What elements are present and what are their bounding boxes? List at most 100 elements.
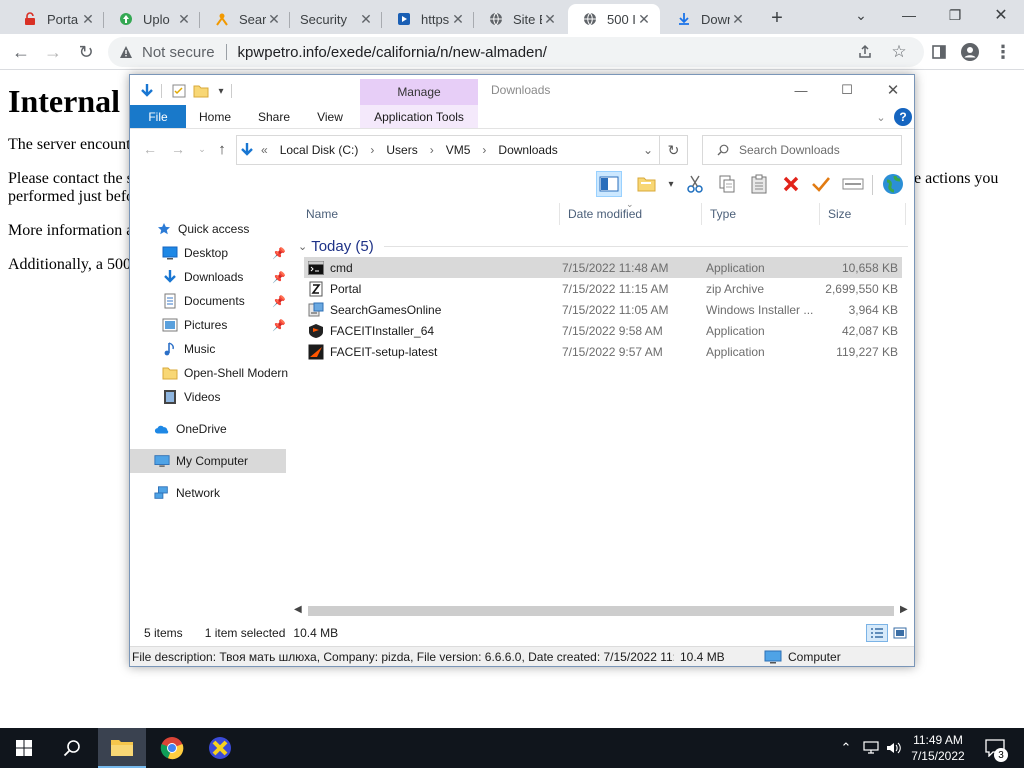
close-icon[interactable]: ✕ — [542, 11, 558, 27]
menu-kebab-icon[interactable]: ⋮ — [990, 39, 1016, 65]
taskbar-file-explorer[interactable] — [98, 728, 146, 768]
explorer-title-bar[interactable]: ▾ Manage Downloads — ☐ ✕ — [130, 75, 914, 105]
close-window-button[interactable]: ✕ — [978, 0, 1024, 30]
back-button[interactable]: ← — [8, 39, 34, 65]
group-header-today[interactable]: ⌄ Today (5) — [298, 235, 908, 257]
back-arrow-icon[interactable]: ← — [140, 139, 160, 159]
file-name-cell[interactable]: FACEIT-setup-latest — [308, 341, 560, 362]
taskbar-clock[interactable]: 11:49 AM 7/15/2022 — [900, 732, 976, 764]
nav-documents[interactable]: Documents 📌 — [130, 289, 288, 313]
tab-file[interactable]: File — [130, 105, 186, 128]
close-window-button[interactable]: ✕ — [870, 79, 916, 101]
details-view-icon[interactable] — [866, 624, 888, 642]
close-icon[interactable]: ✕ — [266, 11, 282, 27]
tab-upload[interactable]: Uplo ✕ — [104, 4, 200, 34]
checklist-icon[interactable] — [170, 82, 188, 100]
collapse-chevron-icon[interactable]: ⌄ — [298, 240, 307, 253]
url-text[interactable]: kpwpetro.info/exede/california/n/new-alm… — [238, 44, 547, 61]
restore-button[interactable]: ❐ — [932, 0, 978, 30]
minimize-button[interactable]: — — [886, 0, 932, 30]
nav-open-shell[interactable]: Open-Shell Modern — [130, 361, 288, 385]
pin-icon[interactable]: 📌 — [272, 319, 286, 332]
column-header-size[interactable]: Size — [820, 203, 906, 225]
taskbar-app-x[interactable] — [196, 728, 244, 768]
close-icon[interactable]: ✕ — [636, 11, 652, 27]
refresh-button[interactable]: ↻ — [660, 135, 688, 165]
nav-pictures[interactable]: Pictures 📌 — [130, 313, 288, 337]
manage-context-tab[interactable]: Manage — [360, 79, 478, 105]
breadcrumb-vm5[interactable]: VM5 — [446, 143, 471, 157]
bookmark-star-icon[interactable]: ☆ — [890, 42, 908, 61]
new-folder-icon[interactable] — [192, 82, 210, 100]
network-status-icon[interactable] — [860, 728, 882, 768]
customize-toolbar-icon[interactable]: ▾ — [212, 82, 230, 100]
taskbar-chrome[interactable] — [148, 728, 196, 768]
address-bar[interactable]: Not secure kpwpetro.info/exede/californi… — [108, 37, 924, 67]
file-row[interactable]: SearchGamesOnline 7/15/2022 11:05 AM Windo… — [304, 299, 902, 320]
help-icon[interactable]: ? — [894, 108, 912, 126]
tab-site[interactable]: Site E ✕ — [474, 4, 566, 34]
chevron-right-icon[interactable]: › — [370, 143, 374, 157]
address-dropdown-icon[interactable]: ⌄ — [643, 143, 653, 157]
horizontal-scrollbar[interactable]: ◀ ▶ — [290, 603, 914, 619]
notifications-button[interactable]: 3 — [980, 728, 1010, 768]
pin-icon[interactable]: 📌 — [272, 247, 286, 260]
close-icon[interactable]: ✕ — [80, 11, 96, 27]
explorer-address-bar[interactable]: « Local Disk (C:) › Users › VM5 › Downlo… — [236, 135, 660, 165]
preview-pane-icon[interactable] — [596, 171, 622, 197]
nav-my-computer[interactable]: My Computer — [130, 449, 286, 473]
tab-view[interactable]: View — [306, 105, 354, 128]
tab-search[interactable]: Searc ✕ — [200, 4, 290, 34]
checkmark-icon[interactable] — [808, 171, 834, 197]
file-name-cell[interactable]: Portal — [308, 278, 560, 299]
file-row[interactable]: FACEITInstaller_64 7/15/2022 9:58 AM Appli… — [304, 320, 902, 341]
close-icon[interactable]: ✕ — [450, 11, 466, 27]
chevron-right-icon[interactable]: › — [430, 143, 434, 157]
delete-icon[interactable] — [778, 171, 804, 197]
forward-button[interactable]: → — [40, 39, 66, 65]
tab-home[interactable]: Home — [190, 105, 240, 128]
close-icon[interactable]: ✕ — [358, 11, 374, 27]
maximize-button[interactable]: ☐ — [824, 79, 870, 101]
column-header-name[interactable]: Name — [298, 203, 560, 225]
forward-arrow-icon[interactable]: → — [168, 139, 188, 159]
tab-downloads[interactable]: Down ✕ — [662, 4, 754, 34]
scroll-right-arrow-icon[interactable]: ▶ — [900, 604, 908, 615]
file-row[interactable]: Portal 7/15/2022 11:15 AM zip Archive 2,699… — [304, 278, 902, 299]
new-tab-button[interactable]: + — [764, 6, 790, 30]
tab-security[interactable]: Security ✕ — [290, 4, 382, 34]
column-header-type[interactable]: Type — [702, 203, 820, 225]
tab-share[interactable]: Share — [248, 105, 300, 128]
reload-button[interactable]: ↻ — [73, 39, 99, 65]
not-secure-label[interactable]: Not secure — [142, 44, 215, 61]
new-item-icon[interactable] — [634, 171, 660, 197]
properties-down-arrow-icon[interactable] — [138, 82, 156, 100]
recent-locations-icon[interactable]: ⌄ — [192, 139, 212, 159]
cut-icon[interactable] — [682, 171, 708, 197]
globe-network-icon[interactable] — [880, 171, 906, 197]
rename-icon[interactable] — [840, 171, 866, 197]
close-icon[interactable]: ✕ — [176, 11, 192, 27]
taskbar-search-button[interactable] — [48, 728, 96, 768]
overflow-breadcrumb-icon[interactable]: « — [261, 143, 268, 157]
tab-https[interactable]: https ✕ — [382, 4, 474, 34]
nav-downloads[interactable]: Downloads 📌 — [130, 265, 288, 289]
scrollbar-thumb[interactable] — [308, 606, 894, 616]
expand-ribbon-icon[interactable]: ⌄ — [872, 108, 890, 126]
minimize-button[interactable]: — — [778, 79, 824, 101]
side-panel-icon[interactable] — [926, 39, 952, 65]
copy-icon[interactable] — [714, 171, 740, 197]
paste-icon[interactable] — [746, 171, 772, 197]
file-row[interactable]: FACEIT-setup-latest 7/15/2022 9:57 AM Appl… — [304, 341, 902, 362]
tab-porta[interactable]: Porta ✕ — [8, 4, 104, 34]
share-icon[interactable] — [856, 43, 874, 61]
nav-onedrive[interactable]: OneDrive — [130, 417, 288, 441]
nav-quick-access[interactable]: Quick access — [130, 217, 288, 241]
column-header-date[interactable]: Date modified — [560, 203, 702, 225]
nav-network[interactable]: Network — [130, 481, 288, 505]
show-hidden-icons-chevron-icon[interactable]: ⌃ — [836, 728, 856, 768]
warning-icon[interactable] — [118, 44, 134, 60]
nav-videos[interactable]: Videos — [130, 385, 288, 409]
scroll-left-arrow-icon[interactable]: ◀ — [294, 604, 302, 615]
search-downloads-input[interactable]: Search Downloads — [702, 135, 902, 165]
